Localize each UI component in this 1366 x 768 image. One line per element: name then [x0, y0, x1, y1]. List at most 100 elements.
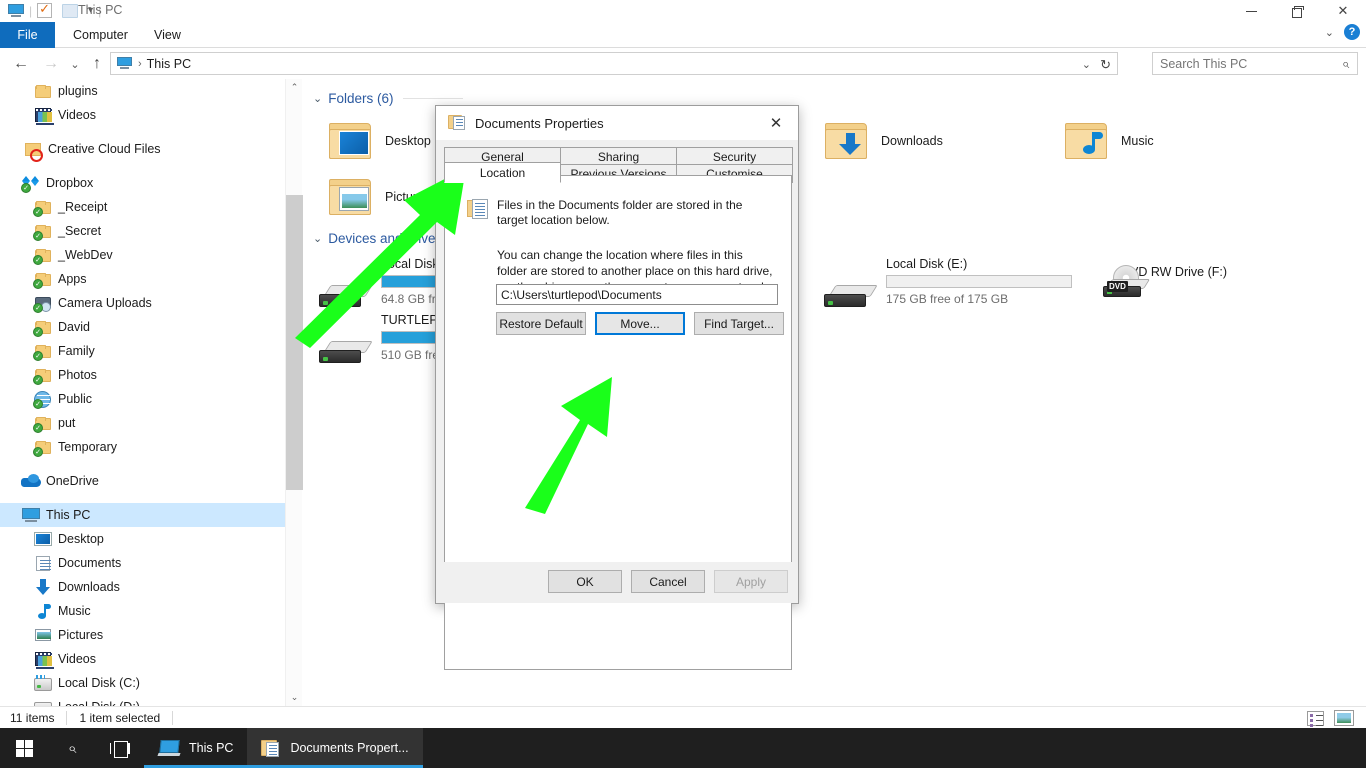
breadcrumb[interactable]: › This PC ⌄ ↻ — [110, 52, 1118, 75]
sidebar-item-receipt[interactable]: ✓ _Receipt — [0, 195, 285, 219]
navigation-scrollbar[interactable]: ⌃ ⌄ — [285, 79, 303, 706]
find-target-button[interactable]: Find Target... — [694, 312, 785, 335]
sidebar-item-videos[interactable]: Videos — [0, 647, 285, 671]
forward-icon[interactable]: → — [40, 53, 62, 75]
recent-locations-icon[interactable]: ⌄ — [64, 53, 86, 75]
start-icon — [15, 739, 33, 757]
task-view-button[interactable] — [96, 728, 144, 768]
breadcrumb-dropdown-icon[interactable]: ⌄ — [1082, 58, 1091, 71]
ribbon-tab-view[interactable]: View — [140, 22, 195, 48]
drive-icon — [34, 698, 52, 706]
sidebar-item-public[interactable]: ✓ Public — [0, 387, 285, 411]
sidebar-item-plugins[interactable]: plugins — [0, 79, 285, 103]
pictures-icon — [34, 626, 52, 644]
sidebar-item-label: put — [58, 415, 76, 430]
sidebar-item-local-disk-d[interactable]: Local Disk (D:) — [0, 695, 285, 706]
sidebar-item-apps[interactable]: ✓ Apps — [0, 267, 285, 291]
dialog-close-button[interactable]: ✕ — [754, 106, 798, 140]
sidebar-item-this-pc[interactable]: This PC — [0, 503, 285, 527]
folder-sync-icon: ✓ — [33, 438, 52, 457]
window-controls: ✕ — [1228, 0, 1366, 22]
folder-tile-music[interactable]: Music — [1063, 121, 1154, 161]
pictures-folder-icon — [327, 177, 375, 217]
up-icon[interactable]: ↑ — [86, 53, 108, 75]
sidebar-item-label: Family — [58, 343, 95, 358]
sidebar-item-webdev[interactable]: ✓ _WebDev — [0, 243, 285, 267]
hdd-icon — [319, 279, 373, 309]
chevron-down-icon[interactable]: ⌄ — [1325, 26, 1334, 39]
ribbon-tab-computer[interactable]: Computer — [59, 22, 142, 48]
sidebar-item-label: David — [58, 319, 90, 334]
cancel-button[interactable]: Cancel — [631, 570, 705, 593]
status-divider — [66, 710, 68, 725]
chevron-down-icon[interactable]: ⌄ — [313, 232, 322, 245]
help-icon[interactable]: ? — [1344, 24, 1360, 40]
location-info-text: Files in the Documents folder are stored… — [497, 198, 743, 228]
sidebar-item-documents[interactable]: Documents — [0, 551, 285, 575]
search-input[interactable] — [1153, 56, 1331, 71]
title-bar: | ▾ | This PC ✕ — [0, 0, 1366, 22]
taskbar-app-this-pc[interactable]: This PC — [144, 728, 248, 768]
checkbox-icon[interactable] — [37, 1, 53, 18]
sidebar-item-temporary[interactable]: ✓ Temporary — [0, 435, 285, 459]
sidebar-item-pictures[interactable]: Pictures — [0, 623, 285, 647]
sidebar-item-label: This PC — [46, 507, 91, 522]
group-header-folders[interactable]: ⌄ Folders (6) — [313, 91, 483, 106]
search-box[interactable]: ⌕ — [1152, 52, 1358, 75]
sidebar-item-local-disk-c[interactable]: Local Disk (C:) — [0, 671, 285, 695]
start-button[interactable] — [0, 728, 48, 768]
sidebar-item-videos[interactable]: Videos — [0, 103, 285, 127]
move-button[interactable]: Move... — [595, 312, 686, 335]
view-toggle-group[interactable] — [1307, 710, 1354, 726]
sidebar-item-photos[interactable]: ✓ Photos — [0, 363, 285, 387]
this-pc-icon — [117, 57, 132, 70]
sidebar-item-david[interactable]: ✓ David — [0, 315, 285, 339]
sidebar-item-downloads[interactable]: Downloads — [0, 575, 285, 599]
refresh-icon[interactable]: ↻ — [1100, 57, 1111, 73]
sidebar-item-camera-uploads[interactable]: ✓ Camera Uploads — [0, 291, 285, 315]
scrollbar-thumb[interactable] — [286, 195, 303, 490]
chevron-down-icon[interactable]: ⌄ — [313, 92, 322, 105]
ribbon-tab-file[interactable]: File — [0, 22, 55, 48]
large-icons-view-icon[interactable] — [1334, 710, 1354, 726]
folder-tile-downloads[interactable]: Downloads — [823, 121, 943, 161]
ok-button[interactable]: OK — [548, 570, 622, 593]
minimize-button[interactable] — [1228, 0, 1274, 22]
navigation-pane[interactable]: plugins Videos Creative Cloud Files ✓ Dr… — [0, 79, 285, 706]
sidebar-item-music[interactable]: Music — [0, 599, 285, 623]
sidebar-item-dropbox[interactable]: ✓ Dropbox — [0, 171, 285, 195]
scroll-up-icon[interactable]: ⌃ — [286, 79, 303, 96]
scroll-down-icon[interactable]: ⌄ — [286, 689, 303, 706]
sidebar-item-onedrive[interactable]: OneDrive — [0, 469, 285, 493]
sidebar-item-desktop[interactable]: Desktop — [0, 527, 285, 551]
status-item-count: 11 items — [10, 710, 55, 725]
dvd-icon: DVD — [1103, 265, 1155, 301]
restore-default-button[interactable]: Restore Default — [496, 312, 586, 335]
sidebar-item-creative-cloud-files[interactable]: Creative Cloud Files — [0, 137, 285, 162]
documents-properties-dialog[interactable]: Documents Properties ✕ General Sharing S… — [435, 105, 799, 670]
taskbar-app-documents-properties[interactable]: Documents Propert... — [247, 728, 423, 768]
sidebar-item-label: _Receipt — [58, 199, 108, 214]
breadcrumb-current[interactable]: This PC — [147, 57, 191, 71]
sidebar-item-label: Temporary — [58, 439, 118, 454]
dialog-tab-strip[interactable]: General Sharing Security Location Previo… — [444, 147, 793, 183]
folder-icon[interactable] — [62, 3, 79, 18]
drive-tile-f[interactable]: DVD DVD RW Drive (F:) — [1103, 265, 1227, 297]
sidebar-item-label: _WebDev — [58, 247, 113, 262]
details-view-icon[interactable] — [1307, 710, 1324, 726]
maximize-button[interactable] — [1274, 0, 1320, 22]
close-button[interactable]: ✕ — [1320, 0, 1366, 22]
sidebar-item-family[interactable]: ✓ Family — [0, 339, 285, 363]
back-icon[interactable]: ← — [10, 53, 32, 75]
cortana-search-button[interactable]: ⌕ — [48, 728, 96, 768]
search-icon[interactable]: ⌕ — [1342, 56, 1349, 72]
file-explorer-window: | ▾ | This PC ✕ File Computer View ⌄ ? ←… — [0, 0, 1366, 768]
window-title: This PC — [78, 3, 123, 17]
folder-tile-pictures[interactable]: Pictures — [327, 177, 430, 217]
folder-tile-desktop[interactable]: Desktop — [327, 121, 431, 161]
qat-divider: | — [29, 3, 33, 18]
location-path-input[interactable] — [496, 284, 778, 305]
sidebar-item-secret[interactable]: ✓ _Secret — [0, 219, 285, 243]
tab-location[interactable]: Location — [444, 162, 561, 183]
sidebar-item-put[interactable]: ✓ put — [0, 411, 285, 435]
